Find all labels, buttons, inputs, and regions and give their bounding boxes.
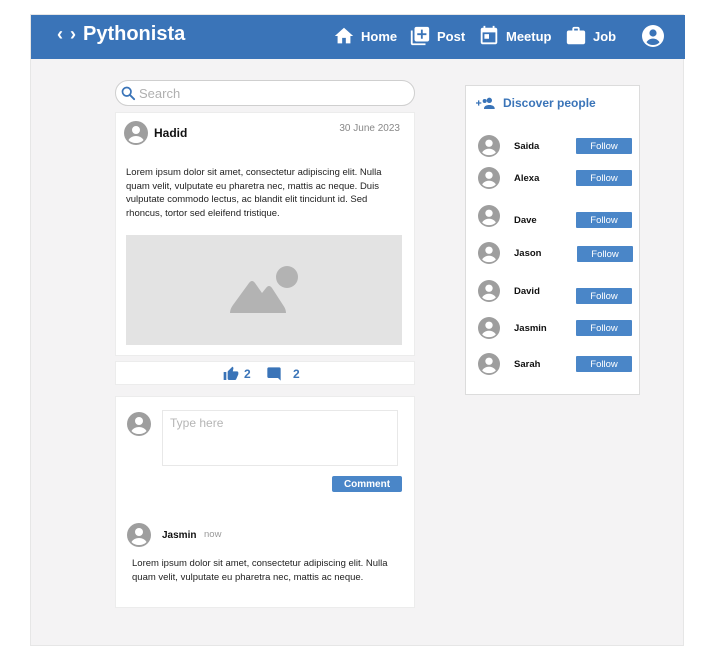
post-image-placeholder [126,235,402,345]
avatar-icon [478,167,500,189]
person-name[interactable]: Saida [514,141,539,152]
post-text: Lorem ipsum dolor sit amet, consectetur … [126,167,382,219]
comment-text: Lorem ipsum dolor sit amet, consectetur … [132,558,388,583]
nav-home-label: Home [361,28,398,44]
thumbs-up-icon [223,366,239,380]
add-people-icon [476,97,495,109]
post-actions: 2 2 [115,361,415,385]
search-input[interactable] [139,85,399,101]
image-icon [230,266,298,313]
brand-name: Pythonista [83,23,186,45]
avatar-icon [478,317,500,339]
person-name[interactable]: Jasmin [514,323,547,334]
avatar-icon [478,280,500,302]
app-window: ‹ › Pythonista Home Post Meetup Job Sear… [30,14,685,646]
person-row: David Follow [478,280,636,304]
avatar-icon [478,135,500,157]
briefcase-icon [566,26,586,45]
comment-author[interactable]: Jasmin [162,530,196,541]
person-row: Jasmin Follow [478,317,636,341]
discover-title-label: Discover people [503,96,596,110]
comment-icon [267,367,281,381]
discover-people-panel: Discover people Saida Follow Alexa Follo… [465,85,640,395]
person-name[interactable]: David [514,286,540,297]
post-card: Hadid 30 June 2023 Lorem ipsum dolor sit… [115,112,415,356]
post-date: 30 June 2023 [339,123,400,134]
like-count: 2 [244,367,251,381]
avatar-icon [127,523,151,547]
avatar-icon [478,353,500,375]
top-navbar: ‹ › Pythonista Home Post Meetup Job [31,15,685,59]
nav-post-label: Post [437,28,466,44]
add-box-icon [410,26,430,46]
person-row: Alexa Follow [478,167,636,191]
post-author[interactable]: Hadid [154,126,187,140]
comment-card: Comment Jasmin now Lorem ipsum dolor sit… [115,396,415,608]
follow-button[interactable]: Follow [576,170,632,186]
person-name[interactable]: Dave [514,215,537,226]
brand-logo[interactable]: ‹ › Pythonista [57,23,185,46]
calendar-icon [480,25,498,45]
person-row: Saida Follow [478,135,636,159]
avatar-icon [478,242,500,264]
person-row: Sarah Follow [478,353,636,377]
person-name[interactable]: Alexa [514,173,539,184]
comment-button[interactable]: Comment [332,476,402,492]
comment-input[interactable] [162,410,398,466]
avatar-icon [127,412,151,436]
nav-job-label: Job [593,28,617,44]
avatar-icon [478,205,500,227]
search-bar [115,80,415,106]
search-icon [121,86,136,100]
person-name[interactable]: Sarah [514,359,540,370]
nav-meetup[interactable]: Meetup [478,25,552,47]
comment-count-button[interactable]: 2 [266,366,300,382]
home-icon [334,27,354,44]
avatar-icon [124,121,148,145]
person-row: Dave Follow [478,205,636,229]
follow-button[interactable]: Follow [576,138,632,154]
nav-home[interactable]: Home [333,25,397,47]
follow-button[interactable]: Follow [576,320,632,336]
comment-time: now [204,529,222,540]
follow-button[interactable]: Follow [576,356,632,372]
nav-meetup-label: Meetup [506,28,552,44]
follow-button[interactable]: Follow [576,288,632,304]
follow-button[interactable]: Follow [576,212,632,228]
nav-post[interactable]: Post [409,25,465,47]
follow-button[interactable]: Follow [577,246,633,262]
nav-job[interactable]: Job [565,25,616,47]
code-brackets-icon: ‹ › [57,24,77,44]
like-button[interactable]: 2 [223,366,251,382]
person-name[interactable]: Jason [514,248,541,259]
discover-title: Discover people [476,95,596,111]
person-row: Jason Follow [478,242,636,266]
comment-count: 2 [293,367,300,381]
account-circle-icon[interactable] [641,24,665,48]
